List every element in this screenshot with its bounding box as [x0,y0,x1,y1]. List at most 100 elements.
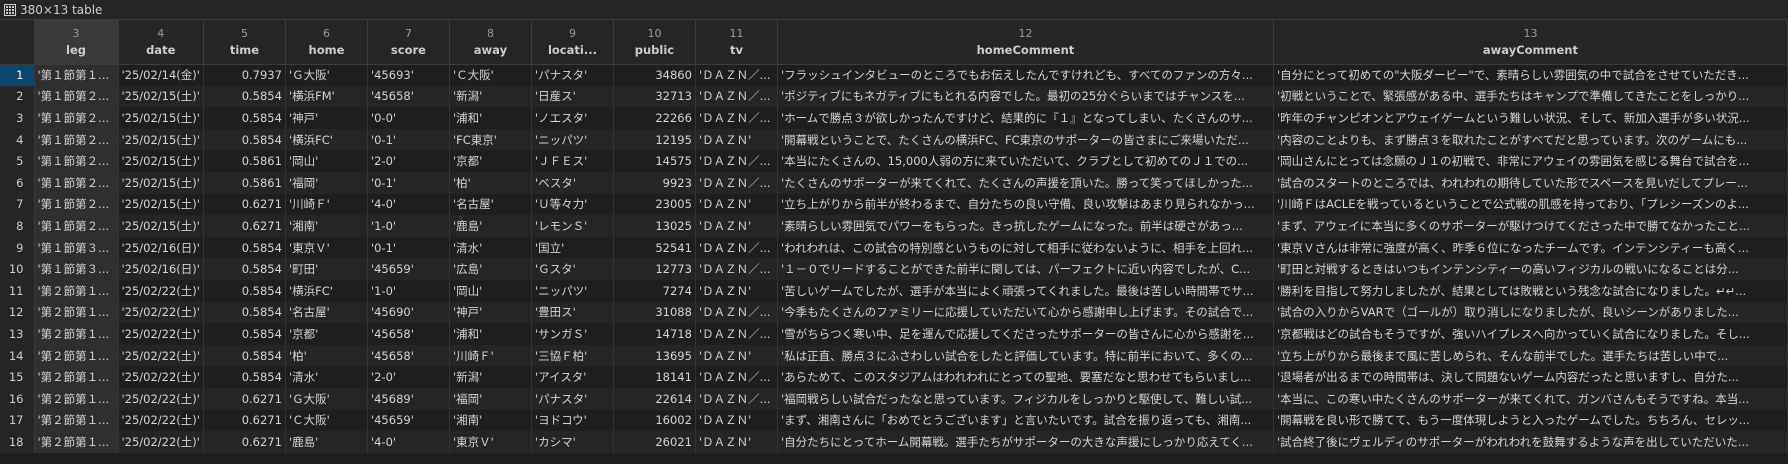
cell-away[interactable]: '新潟' [449,85,532,108]
row-number[interactable]: 13 [0,323,35,345]
cell-score[interactable]: '0-0' [367,107,450,129]
cell-away[interactable]: '神戸' [449,301,532,324]
cell-away-comment[interactable]: '勝利を目指して努力しましたが、結果としては敗戦という残念な試合になりました。↵… [1273,279,1788,302]
cell-location[interactable]: 'カシマ' [531,431,614,453]
cell-home[interactable]: '横浜FM' [285,85,368,108]
cell-score[interactable]: '45690' [367,301,450,324]
cell-home[interactable]: '鹿島' [285,431,368,453]
cell-score[interactable]: '45658' [367,323,450,345]
cell-time[interactable]: 0.5854 [203,107,286,129]
cell-time[interactable]: 0.5854 [203,128,286,151]
cell-public[interactable]: 7274 [613,279,696,302]
cell-location[interactable]: 'ヨドコウ' [531,409,614,432]
table-row[interactable]: 12 '第２節第１... '25/02/22(土)' 0.5854 '名古屋' '4569… [0,301,1788,324]
cell-date[interactable]: '25/02/15(土)' [118,150,204,172]
cell-away[interactable]: '岡山' [449,279,532,302]
cell-score[interactable]: '1-0' [367,215,450,237]
cell-score[interactable]: '45658' [367,344,450,367]
column-header-homecomment[interactable]: 12 homeComment [777,20,1274,65]
column-header-time[interactable]: 5 time [203,20,286,65]
cell-leg[interactable]: '第２節第１... [34,279,119,302]
row-number[interactable]: 9 [0,236,35,259]
cell-away-comment[interactable]: 'まず、アウェイに本当に多くのサポーターが駆けつけてくださった中で勝てなかったこ… [1273,215,1788,237]
cell-home[interactable]: '湘南' [285,215,368,237]
cell-leg[interactable]: '第２節第１... [34,431,119,453]
cell-time[interactable]: 0.6271 [203,215,286,237]
cell-location[interactable]: 'ベスタ' [531,171,614,194]
cell-leg[interactable]: '第１節第２... [34,193,119,216]
cell-home[interactable]: '名古屋' [285,301,368,324]
row-number[interactable]: 12 [0,301,35,324]
cell-away-comment[interactable]: '川崎ＦはACLEを戦っているということで公式戦の肌感を持っており、「プレシーズ… [1273,193,1788,216]
cell-date[interactable]: '25/02/22(土)' [118,323,204,345]
cell-time[interactable]: 0.6271 [203,387,286,410]
cell-home[interactable]: '横浜FC' [285,128,368,151]
cell-time[interactable]: 0.5854 [203,366,286,388]
cell-location[interactable]: '豊田ス' [531,301,614,324]
cell-leg[interactable]: '第２節第１... [34,409,119,432]
cell-score[interactable]: '2-0' [367,150,450,172]
cell-away-comment[interactable]: '昨年のチャンピオンとアウェイゲームという難しい状況、そして、新加入選手が多い状… [1273,107,1788,129]
cell-date[interactable]: '25/02/15(土)' [118,85,204,108]
row-number[interactable]: 17 [0,409,35,432]
cell-time[interactable]: 0.7937 [203,64,286,86]
cell-score[interactable]: '45693' [367,64,450,86]
cell-tv[interactable]: 'ＤＡＺＮ' [695,344,778,367]
cell-home-comment[interactable]: '本当にたくさんの、15,000人弱の方に来ていただいて、クラブとして初めてのＪ… [777,150,1274,172]
cell-away-comment[interactable]: '自分にとって初めての"大阪ダービー"で、素晴らしい雰囲気の中で試合をさせていた… [1273,64,1788,86]
cell-tv[interactable]: 'ＤＡＺＮ／... [695,85,778,108]
cell-public[interactable]: 22266 [613,107,696,129]
cell-home[interactable]: '清水' [285,366,368,388]
table-row[interactable]: 15 '第２節第１... '25/02/22(土)' 0.5854 '清水' '2-0' '… [0,366,1788,388]
cell-location[interactable]: 'ニッパツ' [531,279,614,302]
cell-location[interactable]: '日産ス' [531,85,614,108]
cell-home[interactable]: '町田' [285,258,368,280]
cell-home-comment[interactable]: 'ホームで勝点３が欲しかったんですけど、結果的に『１』となってしまい、たくさんの… [777,107,1274,129]
row-number[interactable]: 1 [0,64,35,86]
cell-home-comment[interactable]: 'まず、湘南さんに「おめでとうございます」と言いたいです。試合を振り返っても、湘… [777,409,1274,432]
cell-public[interactable]: 26021 [613,431,696,453]
cell-date[interactable]: '25/02/22(土)' [118,301,204,324]
cell-time[interactable]: 0.6271 [203,409,286,432]
row-number[interactable]: 4 [0,128,35,151]
cell-home[interactable]: '柏' [285,344,368,367]
cell-leg[interactable]: '第２節第１... [34,366,119,388]
cell-time[interactable]: 0.5854 [203,85,286,108]
cell-public[interactable]: 23005 [613,193,696,216]
cell-time[interactable]: 0.5854 [203,301,286,324]
cell-public[interactable]: 32713 [613,85,696,108]
cell-public[interactable]: 14575 [613,150,696,172]
cell-score[interactable]: '0-1' [367,236,450,259]
cell-tv[interactable]: 'ＤＡＺＮ／... [695,150,778,172]
cell-location[interactable]: 'アイスタ' [531,366,614,388]
cell-tv[interactable]: 'ＤＡＺＮ／... [695,323,778,345]
table-row[interactable]: 16 '第２節第１... '25/02/22(土)' 0.6271 'Ｇ大阪' '4568… [0,387,1788,410]
cell-time[interactable]: 0.5861 [203,150,286,172]
cell-leg[interactable]: '第１節第２... [34,85,119,108]
cell-tv[interactable]: 'ＤＡＺＮ' [695,409,778,432]
cell-public[interactable]: 34860 [613,64,696,86]
cell-date[interactable]: '25/02/15(土)' [118,128,204,151]
table-row[interactable]: 2 '第１節第２... '25/02/15(土)' 0.5854 '横浜FM' '4565… [0,85,1788,108]
cell-tv[interactable]: 'ＤＡＺＮ／... [695,171,778,194]
cell-location[interactable]: 'パナスタ' [531,387,614,410]
cell-home-comment[interactable]: '立ち上がりから前半が終わるまで、自分たちの良い守備、良い攻撃はあまり見られなか… [777,193,1274,216]
cell-leg[interactable]: '第１節第２... [34,215,119,237]
cell-away-comment[interactable]: '開幕戦を良い形で勝てて、もう一度体現しようと入ったゲームでした。ちちろん、セレ… [1273,409,1788,432]
cell-away[interactable]: '柏' [449,171,532,194]
cell-public[interactable]: 52541 [613,236,696,259]
cell-away-comment[interactable]: '退場者が出るまでの時間帯は、決して問題ないゲーム内容だったと思いますし、自分た… [1273,366,1788,388]
table-row[interactable]: 11 '第２節第１... '25/02/22(土)' 0.5854 '横浜FC' '1-0… [0,279,1788,302]
cell-time[interactable]: 0.5861 [203,171,286,194]
cell-location[interactable]: 'ＪＦＥス' [531,150,614,172]
cell-public[interactable]: 22614 [613,387,696,410]
cell-tv[interactable]: 'ＤＡＺＮ／... [695,236,778,259]
table-row[interactable]: 14 '第２節第１... '25/02/22(土)' 0.5854 '柏' '45658'… [0,344,1788,367]
cell-home-comment[interactable]: '１－０でリードすることができた前半に関しては、パーフェクトに近い内容でしたが、… [777,258,1274,280]
row-number[interactable]: 3 [0,107,35,129]
cell-date[interactable]: '25/02/15(土)' [118,193,204,216]
cell-date[interactable]: '25/02/22(土)' [118,344,204,367]
cell-date[interactable]: '25/02/15(土)' [118,215,204,237]
cell-score[interactable]: '1-0' [367,279,450,302]
cell-away-comment[interactable]: '初戦ということで、緊張感がある中、選手たちはキャンプで準備してきたことをしっか… [1273,85,1788,108]
